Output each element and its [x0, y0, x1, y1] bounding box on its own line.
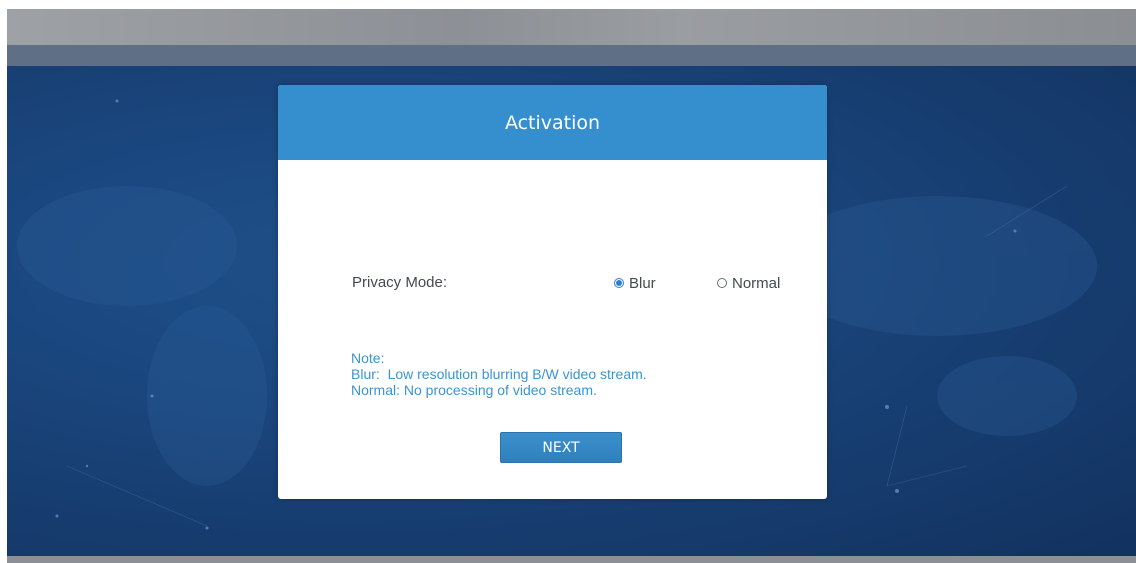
bottom-banner — [7, 556, 1136, 563]
radio-unchecked-icon[interactable] — [717, 278, 727, 288]
top-banner-shadow — [7, 45, 1136, 66]
note-heading: Note: — [351, 350, 385, 366]
note-line-blur: Blur: Low resolution blurring B/W video … — [351, 366, 647, 382]
privacy-mode-label: Privacy Mode: — [352, 274, 448, 291]
next-button[interactable]: NEXT — [500, 432, 622, 463]
radio-label-blur: Blur — [629, 274, 656, 292]
radio-checked-icon[interactable] — [614, 278, 624, 288]
note-block: Note: Blur: Low resolution blurring B/W … — [351, 350, 647, 398]
privacy-mode-row: Privacy Mode: Blur Normal — [352, 272, 792, 294]
activation-dialog: Activation Privacy Mode: Blur Normal Not… — [278, 85, 827, 499]
radio-label-normal: Normal — [732, 274, 781, 292]
note-line-normal: Normal: No processing of video stream. — [351, 382, 597, 398]
dialog-title: Activation — [504, 111, 601, 134]
privacy-mode-normal-radio[interactable]: Normal — [717, 272, 780, 294]
privacy-mode-blur-radio[interactable]: Blur — [614, 272, 656, 294]
top-banner — [7, 9, 1136, 45]
dialog-header: Activation — [278, 85, 827, 160]
